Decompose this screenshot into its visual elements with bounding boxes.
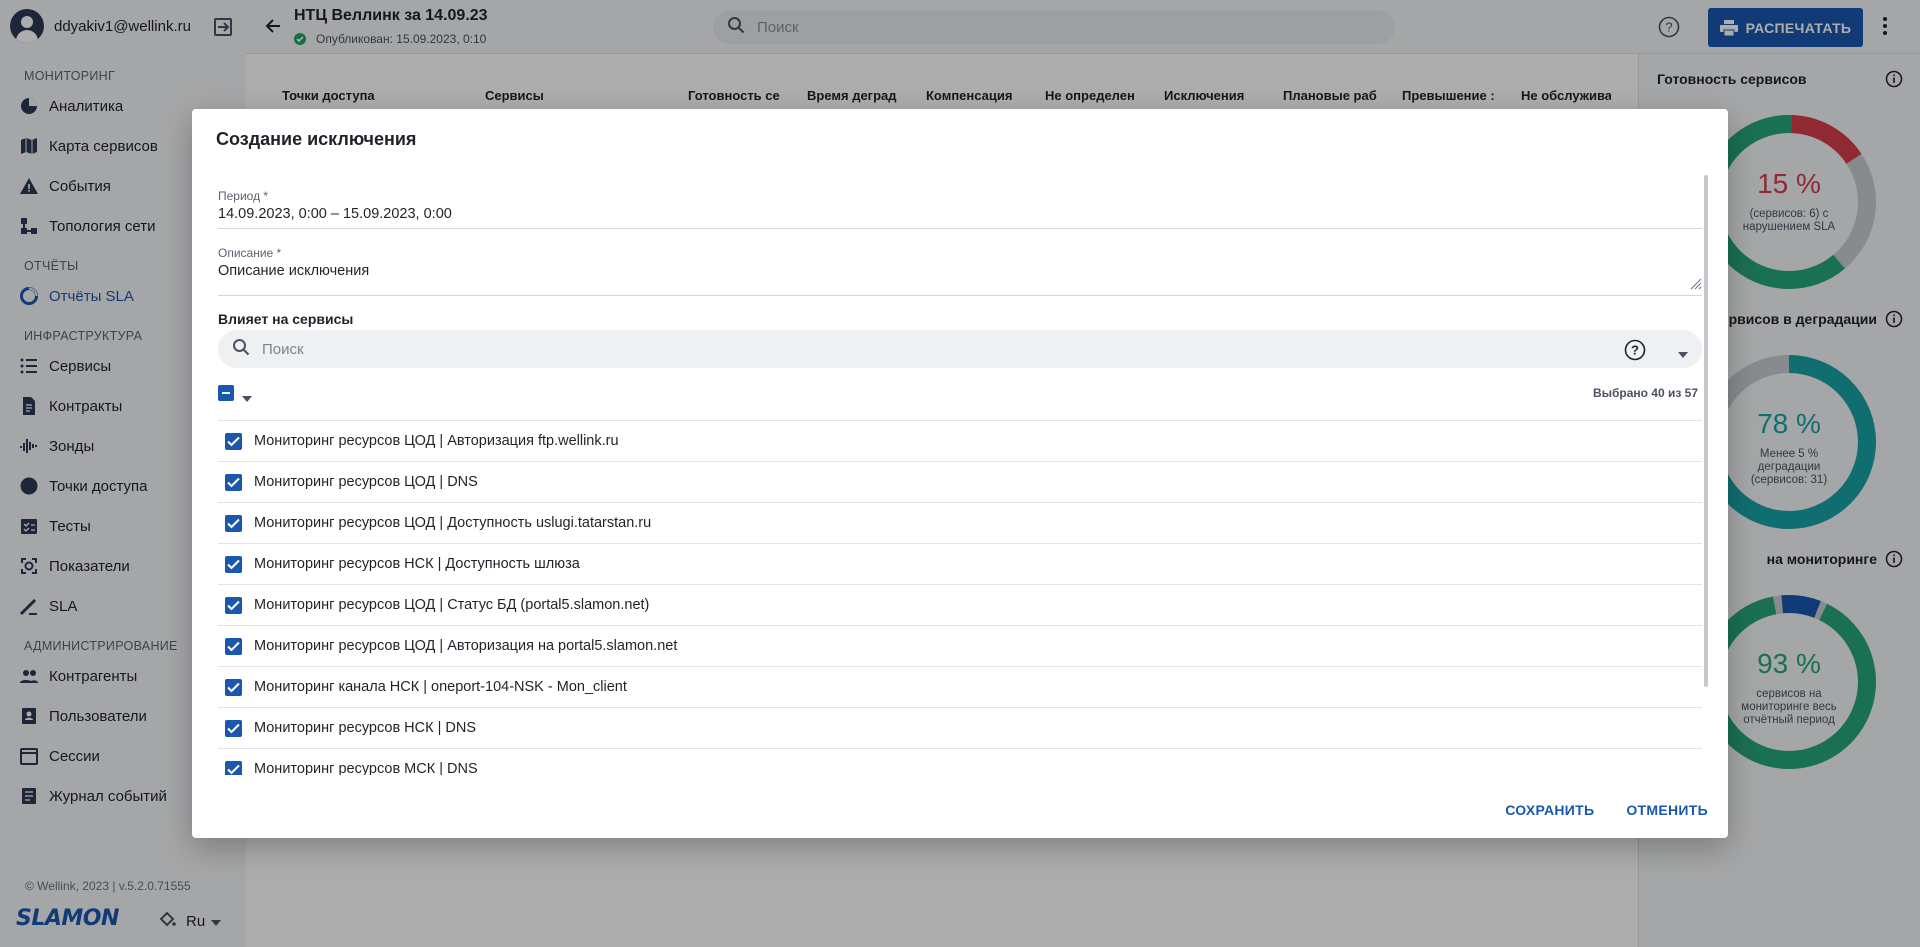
service-row[interactable]: Мониторинг ресурсов ЦОД | Статус БД (por…	[218, 584, 1702, 625]
chevron-down-icon[interactable]	[1678, 345, 1688, 362]
dialog-actions: СОХРАНИТЬ ОТМЕНИТЬ	[1473, 802, 1708, 818]
service-row[interactable]: Мониторинг ресурсов ЦОД | Доступность us…	[218, 502, 1702, 543]
service-row[interactable]: Мониторинг ресурсов МСК | DNS	[218, 748, 1702, 775]
services-search-input[interactable]: Поиск ?	[218, 330, 1702, 368]
service-label: Мониторинг канала НСК | oneport-104-NSK …	[254, 679, 627, 695]
service-label: Мониторинг ресурсов ЦОД | DNS	[254, 474, 478, 490]
description-label: Описание *	[218, 246, 282, 260]
select-all-row: Выбрано 40 из 57	[218, 383, 1702, 403]
service-row[interactable]: Мониторинг ресурсов ЦОД | Авторизация ft…	[218, 420, 1702, 461]
service-label: Мониторинг ресурсов ЦОД | Доступность us…	[254, 515, 652, 531]
dialog-title: Создание исключения	[216, 129, 417, 149]
svg-text:?: ?	[1631, 343, 1639, 358]
service-checkbox[interactable]	[225, 555, 242, 573]
service-row[interactable]: Мониторинг ресурсов ЦОД | DNS	[218, 461, 1702, 502]
service-row[interactable]: Мониторинг канала НСК | oneport-104-NSK …	[218, 666, 1702, 707]
resize-handle-icon[interactable]	[1690, 277, 1702, 293]
description-value: Описание исключения	[218, 263, 370, 279]
selected-count: Выбрано 40 из 57	[1593, 386, 1698, 400]
service-label: Мониторинг ресурсов НСК | DNS	[254, 720, 477, 736]
services-search-placeholder: Поиск	[262, 340, 304, 358]
service-checkbox[interactable]	[225, 678, 242, 696]
chevron-down-icon[interactable]	[242, 389, 252, 405]
description-field[interactable]: Описание * Описание исключения	[218, 246, 1702, 296]
service-checkbox[interactable]	[225, 637, 242, 655]
period-label: Период *	[218, 189, 269, 203]
service-label: Мониторинг ресурсов НСК | Доступность шл…	[254, 556, 580, 572]
service-checkbox[interactable]	[225, 760, 242, 775]
services-list: Мониторинг ресурсов ЦОД | Авторизация ft…	[218, 420, 1702, 775]
service-checkbox[interactable]	[225, 473, 242, 491]
help-icon[interactable]: ?	[1624, 339, 1646, 365]
service-checkbox[interactable]	[225, 432, 242, 450]
dialog-scrollbar[interactable]	[1704, 175, 1708, 687]
service-label: Мониторинг ресурсов ЦОД | Авторизация на…	[254, 638, 678, 654]
service-row[interactable]: Мониторинг ресурсов НСК | Доступность шл…	[218, 543, 1702, 584]
create-exception-dialog: Создание исключения Период * 14.09.2023,…	[192, 109, 1728, 838]
save-button[interactable]: СОХРАНИТЬ	[1505, 802, 1594, 818]
service-checkbox[interactable]	[225, 719, 242, 737]
cancel-button[interactable]: ОТМЕНИТЬ	[1626, 802, 1708, 818]
affects-services-label: Влияет на сервисы	[218, 311, 354, 327]
service-label: Мониторинг ресурсов МСК | DNS	[254, 761, 478, 775]
dialog-body: Период * 14.09.2023, 0:00 – 15.09.2023, …	[192, 175, 1728, 775]
service-row[interactable]: Мониторинг ресурсов НСК | DNS	[218, 707, 1702, 748]
service-row[interactable]: Мониторинг ресурсов ЦОД | Авторизация на…	[218, 625, 1702, 666]
search-icon	[232, 338, 250, 360]
service-checkbox[interactable]	[225, 514, 242, 532]
service-checkbox[interactable]	[225, 596, 242, 614]
period-value: 14.09.2023, 0:00 – 15.09.2023, 0:00	[218, 206, 452, 222]
service-label: Мониторинг ресурсов ЦОД | Статус БД (por…	[254, 597, 650, 613]
select-all-checkbox[interactable]	[218, 385, 234, 401]
service-label: Мониторинг ресурсов ЦОД | Авторизация ft…	[254, 433, 619, 449]
period-field[interactable]: Период * 14.09.2023, 0:00 – 15.09.2023, …	[218, 189, 1702, 229]
